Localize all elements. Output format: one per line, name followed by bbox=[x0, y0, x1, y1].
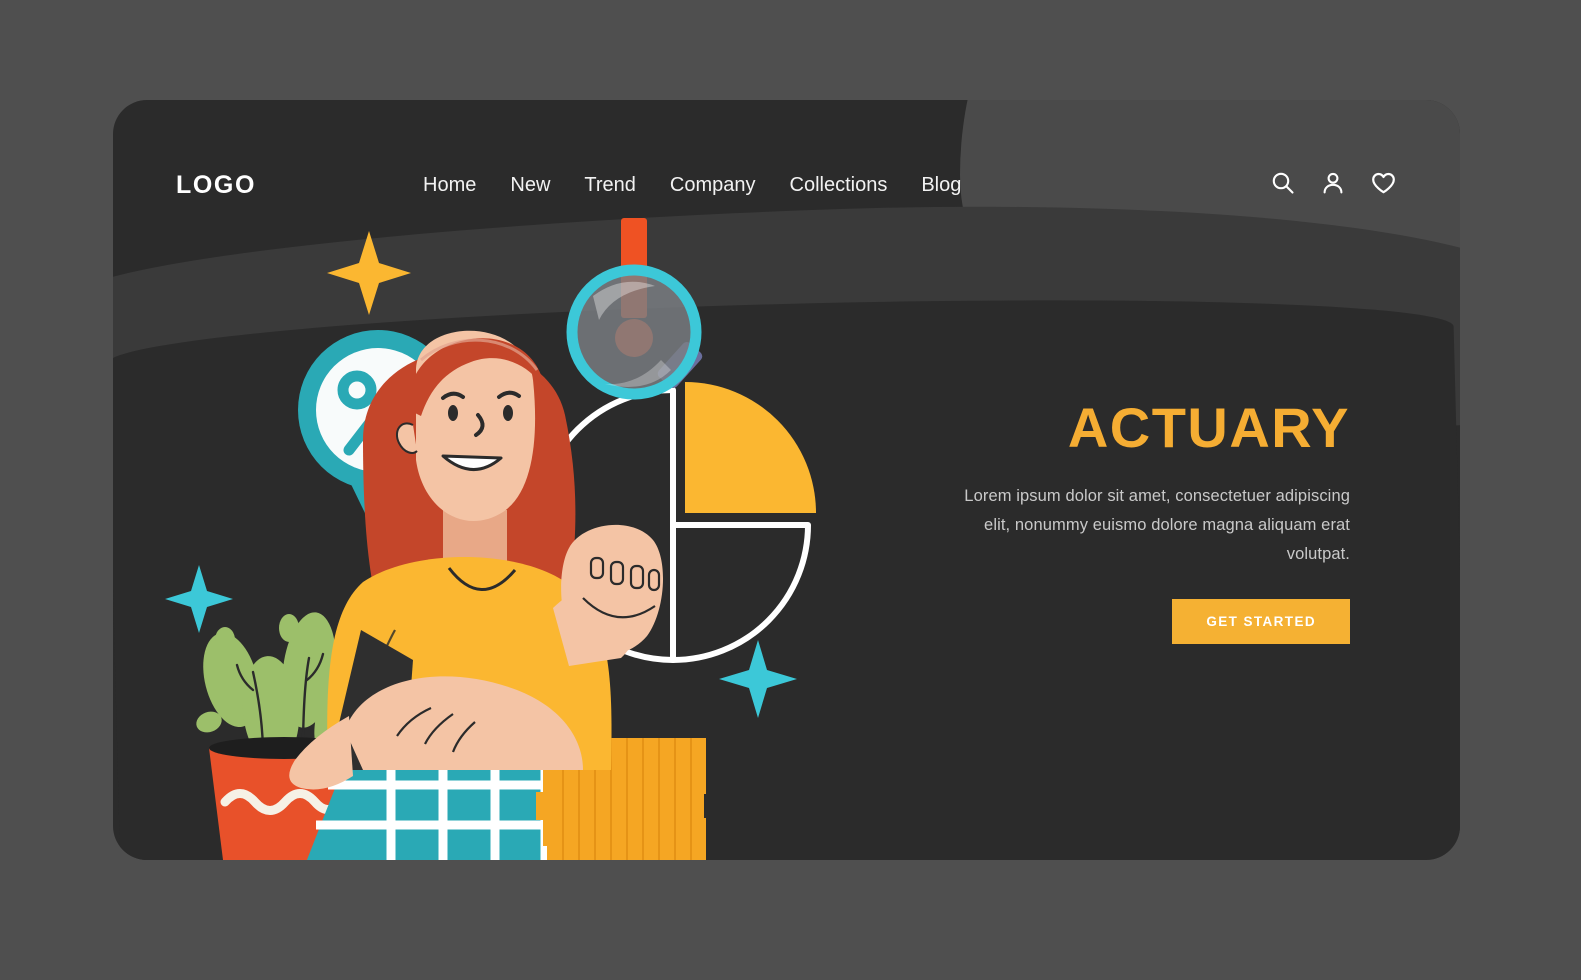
nav-link-company[interactable]: Company bbox=[670, 174, 756, 197]
get-started-button[interactable]: GET STARTED bbox=[1172, 598, 1350, 644]
pie-chart-slice bbox=[685, 382, 816, 513]
user-icon[interactable] bbox=[1320, 170, 1346, 201]
sparkle-teal-icon bbox=[165, 565, 233, 633]
magnifying-glass bbox=[566, 264, 703, 400]
page-title: ACTUARY bbox=[1067, 396, 1350, 459]
main-navbar: LOGO Home New Trend Company Collections … bbox=[113, 100, 1460, 270]
actuary-analysis-illustration bbox=[113, 210, 933, 860]
landing-page-card: LOGO Home New Trend Company Collections … bbox=[113, 100, 1460, 860]
heart-icon[interactable] bbox=[1370, 170, 1397, 201]
nav-link-blog[interactable]: Blog bbox=[921, 174, 961, 197]
nav-link-collections[interactable]: Collections bbox=[790, 174, 888, 197]
nav-links: Home New Trend Company Collections Blog bbox=[423, 174, 961, 197]
site-logo[interactable]: LOGO bbox=[176, 171, 256, 200]
nav-link-trend[interactable]: Trend bbox=[584, 174, 636, 197]
sparkle-teal-icon-2 bbox=[719, 640, 797, 718]
screenshot-root: LOGO Home New Trend Company Collections … bbox=[0, 0, 1581, 980]
nav-icon-group bbox=[1270, 170, 1397, 201]
hero-paragraph: Lorem ipsum dolor sit amet, consectetuer… bbox=[964, 487, 1350, 563]
search-icon[interactable] bbox=[1270, 170, 1296, 201]
nav-link-new[interactable]: New bbox=[510, 174, 550, 197]
nav-link-home[interactable]: Home bbox=[423, 174, 476, 197]
hero-text-block: ACTUARY Lorem ipsum dolor sit amet, cons… bbox=[950, 400, 1350, 644]
